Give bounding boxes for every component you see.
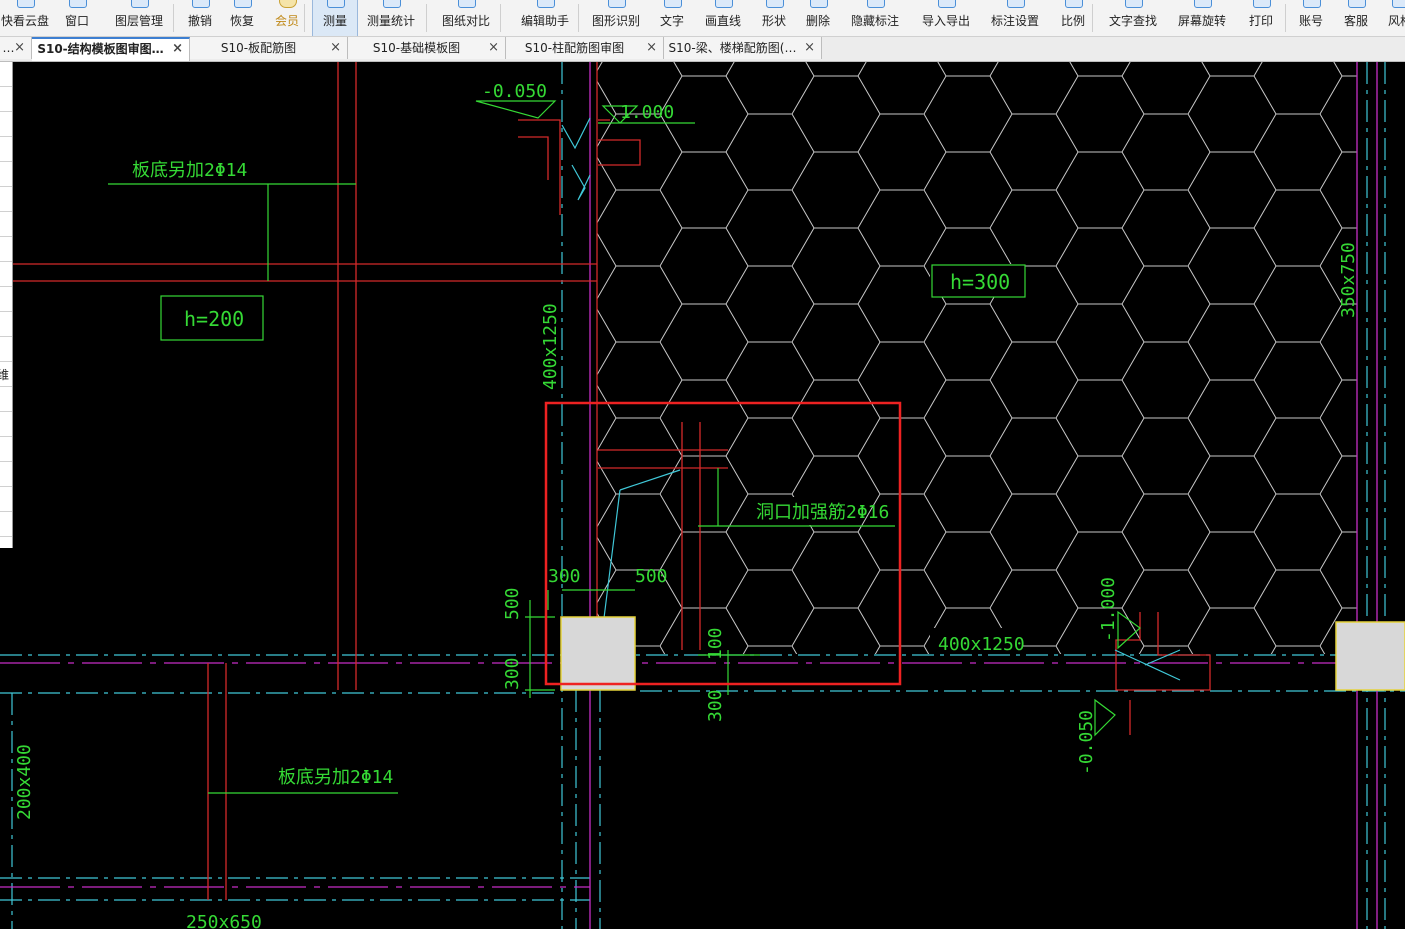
panel-row-divider [0,411,12,412]
slab-hatch-pattern [597,62,1357,654]
panel-row-divider [0,236,12,237]
elevation-label: -1.000 [1098,577,1119,642]
cad-drawing-canvas[interactable]: 板底另加2Φ14 板底另加2Φ14 洞口加强筋2Φ16 h=200 h=300 … [0,0,1405,929]
beam-size-label: 350x750 [1338,242,1359,318]
slab-thickness-label: h=200 [184,307,244,331]
panel-row-divider [0,161,12,162]
elevation-label: -0.050 [1076,710,1097,775]
beam-size-label: 200x400 [14,744,35,820]
dimension-label: 300 [502,657,523,690]
panel-row-divider [0,361,12,362]
left-side-panel[interactable]: 维 [0,62,13,548]
panel-row-divider [0,86,12,87]
elevation-label: 1.000 [620,102,674,123]
beam-size-label: 400x1250 [938,634,1025,655]
panel-row-divider [0,111,12,112]
dimension-label: 300 [548,566,581,587]
rebar-label: 板底另加2Φ14 [278,767,393,788]
slab-thickness-label: h=300 [950,270,1010,294]
panel-row-divider [0,436,12,437]
panel-stub-text: 维 [0,368,10,382]
panel-row-divider [0,336,12,337]
panel-row-divider [0,536,12,537]
panel-row-divider [0,186,12,187]
dimension-label: 100 [705,627,726,660]
panel-row-divider [0,461,12,462]
beam-size-label: 250x650 [186,912,262,929]
panel-row-divider [0,136,12,137]
panel-row-divider [0,211,12,212]
column-square[interactable] [1335,621,1405,691]
beam-size-label: 400x1250 [540,303,561,390]
panel-row-divider [0,286,12,287]
dimension-label: 500 [502,587,523,620]
column-square[interactable] [560,616,636,691]
dimension-label: 300 [705,689,726,722]
panel-row-divider [0,386,12,387]
rebar-label: 板底另加2Φ14 [132,160,247,181]
panel-row-divider [0,261,12,262]
opening-rebar-label: 洞口加强筋2Φ16 [756,502,889,523]
panel-row-divider [0,311,12,312]
panel-row-divider [0,511,12,512]
dimension-label: 500 [635,566,668,587]
elevation-label: -0.050 [482,81,547,102]
panel-row-divider [0,486,12,487]
